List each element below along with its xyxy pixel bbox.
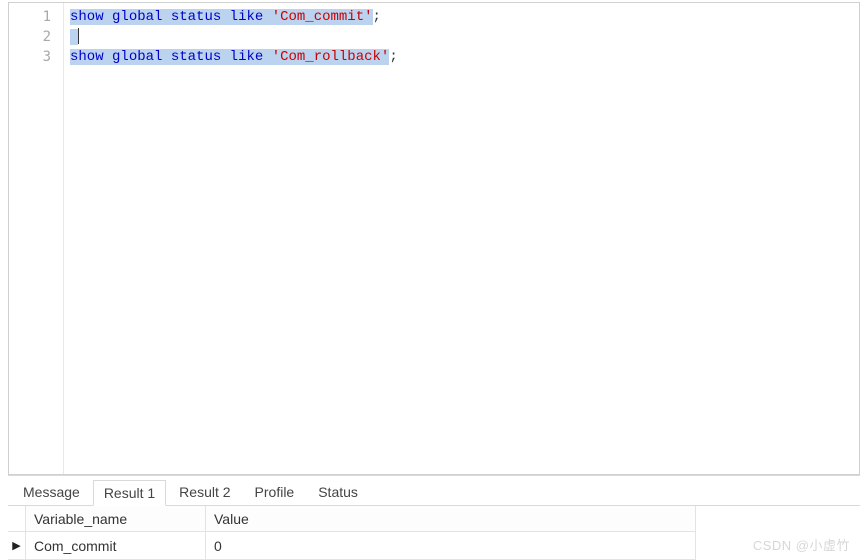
tab-result-1[interactable]: Result 1	[93, 480, 166, 506]
line-number: 1	[9, 7, 63, 27]
result-tabs: MessageResult 1Result 2ProfileStatus	[8, 476, 860, 506]
results-panel: MessageResult 1Result 2ProfileStatus Var…	[8, 475, 860, 560]
tab-message[interactable]: Message	[12, 479, 91, 505]
watermark: CSDN @小虚竹	[753, 535, 850, 554]
code-content[interactable]: show global status like 'Com_commit'; sh…	[64, 3, 859, 474]
code-line[interactable]: show global status like 'Com_rollback';	[70, 47, 853, 67]
grid-body: ▶Com_commit0	[8, 532, 860, 560]
result-grid[interactable]: Variable_nameValue ▶Com_commit0	[8, 506, 860, 560]
column-header[interactable]: Variable_name	[26, 506, 206, 532]
row-indicator-header	[8, 506, 26, 532]
caret	[78, 28, 79, 44]
tab-status[interactable]: Status	[307, 479, 369, 505]
sql-editor[interactable]: 123 show global status like 'Com_commit'…	[8, 2, 860, 475]
code-line[interactable]: show global status like 'Com_commit';	[70, 7, 853, 27]
tab-profile[interactable]: Profile	[244, 479, 306, 505]
tab-result-2[interactable]: Result 2	[168, 479, 241, 505]
cell[interactable]: 0	[206, 532, 696, 560]
code-line[interactable]	[70, 27, 853, 47]
table-row[interactable]: ▶Com_commit0	[8, 532, 860, 560]
line-number-gutter: 123	[9, 3, 64, 474]
grid-header-row: Variable_nameValue	[8, 506, 860, 532]
column-header[interactable]: Value	[206, 506, 696, 532]
cell[interactable]: Com_commit	[26, 532, 206, 560]
line-number: 3	[9, 47, 63, 67]
row-indicator-icon: ▶	[8, 532, 26, 560]
line-number: 2	[9, 27, 63, 47]
